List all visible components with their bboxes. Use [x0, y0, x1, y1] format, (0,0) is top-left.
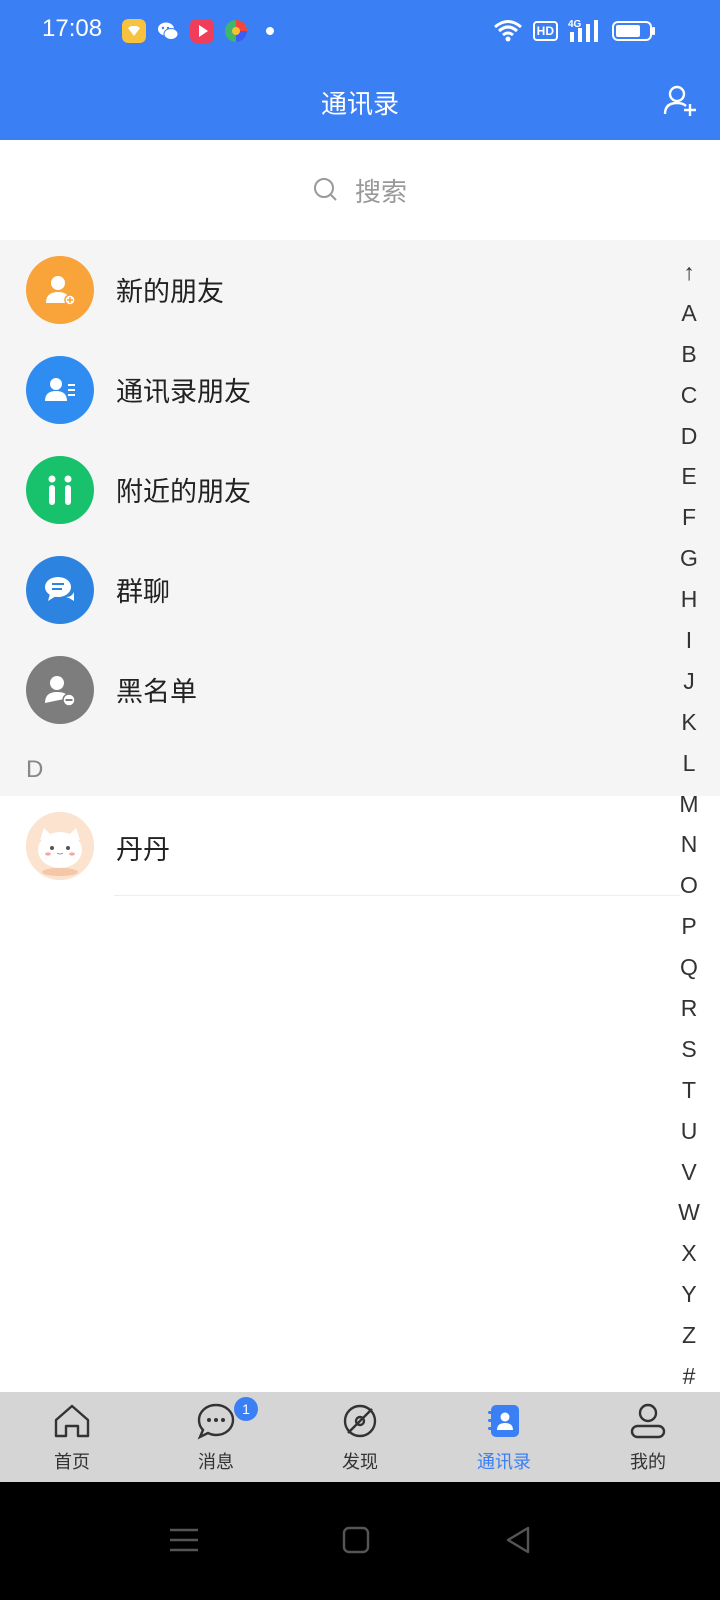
index-letter[interactable]: V — [672, 1152, 706, 1193]
index-letter[interactable]: F — [672, 497, 706, 538]
menu-icon[interactable] — [166, 1522, 202, 1558]
battery-icon — [612, 21, 655, 41]
video-app-icon — [190, 19, 214, 43]
contact-name: 丹丹 — [116, 835, 170, 866]
tab-home[interactable]: 首页 — [0, 1392, 144, 1482]
function-label: 黑名单 — [116, 677, 197, 708]
function-label: 通讯录朋友 — [116, 377, 251, 408]
alphabet-index-bar[interactable]: ↑ A B C D E F G H I J K L M N O P Q R S T U V W X Y Z # — [672, 252, 706, 1397]
index-letter[interactable]: # — [672, 1356, 706, 1397]
index-letter[interactable]: P — [672, 906, 706, 947]
app-bar: 通讯录 — [0, 62, 720, 140]
divider — [114, 895, 680, 896]
search-input[interactable]: 搜索 — [0, 170, 720, 210]
index-letter[interactable]: S — [672, 1029, 706, 1070]
index-letter[interactable]: I — [672, 620, 706, 661]
home-icon — [54, 1404, 90, 1438]
function-label: 附近的朋友 — [116, 477, 251, 508]
tab-messages[interactable]: 消息 1 — [144, 1392, 288, 1482]
list-item[interactable]: 丹丹 — [0, 796, 680, 896]
cat-avatar-icon — [26, 812, 94, 880]
index-letter[interactable]: C — [672, 375, 706, 416]
search-icon — [313, 178, 337, 201]
message-icon — [197, 1403, 235, 1440]
index-letter[interactable]: B — [672, 334, 706, 375]
tab-label: 发现 — [342, 1452, 378, 1473]
add-user-icon[interactable] — [662, 82, 698, 118]
contacts-icon — [488, 1405, 519, 1437]
home-button-icon[interactable] — [338, 1522, 374, 1558]
function-label: 群聊 — [116, 577, 170, 608]
avatar — [26, 812, 94, 880]
index-letter[interactable]: M — [672, 784, 706, 825]
index-letter[interactable]: X — [672, 1233, 706, 1274]
discover-icon — [343, 1404, 377, 1438]
index-letter[interactable]: E — [672, 456, 706, 497]
tab-discover[interactable]: 发现 — [288, 1392, 432, 1482]
status-bar: 17:08 HD 4G — [0, 0, 720, 62]
browser-app-icon — [225, 20, 247, 42]
index-letter[interactable]: W — [672, 1192, 706, 1233]
index-letter[interactable]: ↑ — [672, 252, 706, 293]
index-letter[interactable]: N — [672, 824, 706, 865]
system-icons: HD 4G — [493, 18, 656, 44]
system-navigation-bar — [0, 1482, 720, 1600]
tab-label: 通讯录 — [477, 1452, 531, 1473]
bottom-tab-bar: 首页 消息 1 发现 通讯录 我的 — [0, 1392, 720, 1482]
index-letter[interactable]: K — [672, 702, 706, 743]
new-friends-item[interactable]: 新的朋友 — [0, 240, 680, 340]
cellular-signal-icon: 4G — [568, 19, 598, 42]
index-letter[interactable]: J — [672, 661, 706, 702]
function-list: 新的朋友 通讯录朋友 附近的朋友 群聊 黑名单 D — [0, 240, 720, 796]
tab-profile[interactable]: 我的 — [576, 1392, 720, 1482]
search-area: 搜索 — [0, 140, 720, 240]
index-letter[interactable]: L — [672, 743, 706, 784]
tab-label: 我的 — [630, 1452, 666, 1473]
status-time: 17:08 — [42, 15, 103, 42]
index-letter[interactable]: O — [672, 865, 706, 906]
index-letter[interactable]: Q — [672, 947, 706, 988]
blacklist-item[interactable]: 黑名单 — [0, 640, 680, 740]
contacts-friend-icon — [26, 356, 94, 424]
index-letter[interactable]: Y — [672, 1274, 706, 1315]
search-placeholder: 搜索 — [354, 177, 407, 208]
section-header: D — [26, 756, 44, 783]
nearby-friends-icon — [26, 456, 94, 524]
more-notifications-dot — [266, 27, 274, 35]
group-chat-icon — [26, 556, 94, 624]
blacklist-icon — [26, 656, 94, 724]
index-letter[interactable]: H — [672, 579, 706, 620]
wechat-icon — [158, 22, 179, 40]
index-letter[interactable]: D — [672, 416, 706, 457]
tab-label: 消息 — [198, 1452, 234, 1473]
back-icon[interactable] — [500, 1522, 536, 1558]
index-letter[interactable]: Z — [672, 1315, 706, 1356]
index-letter[interactable]: R — [672, 988, 706, 1029]
notification-icons — [122, 19, 274, 43]
tab-label: 首页 — [54, 1452, 90, 1473]
index-letter[interactable]: G — [672, 538, 706, 579]
function-label: 新的朋友 — [116, 277, 224, 308]
index-letter[interactable]: U — [672, 1111, 706, 1152]
page-title: 通讯录 — [320, 90, 399, 120]
profile-icon — [630, 1403, 666, 1439]
new-friend-icon — [26, 256, 94, 324]
tab-contacts[interactable]: 通讯录 — [432, 1392, 576, 1482]
hd-badge: HD — [532, 21, 558, 41]
notification-app-icon — [122, 19, 146, 43]
wifi-icon — [493, 20, 522, 42]
index-letter[interactable]: T — [672, 1070, 706, 1111]
contacts-friends-item[interactable]: 通讯录朋友 — [0, 340, 680, 440]
group-chat-item[interactable]: 群聊 — [0, 540, 680, 640]
index-letter[interactable]: A — [672, 293, 706, 334]
nearby-friends-item[interactable]: 附近的朋友 — [0, 440, 680, 540]
unread-badge: 1 — [234, 1397, 258, 1421]
